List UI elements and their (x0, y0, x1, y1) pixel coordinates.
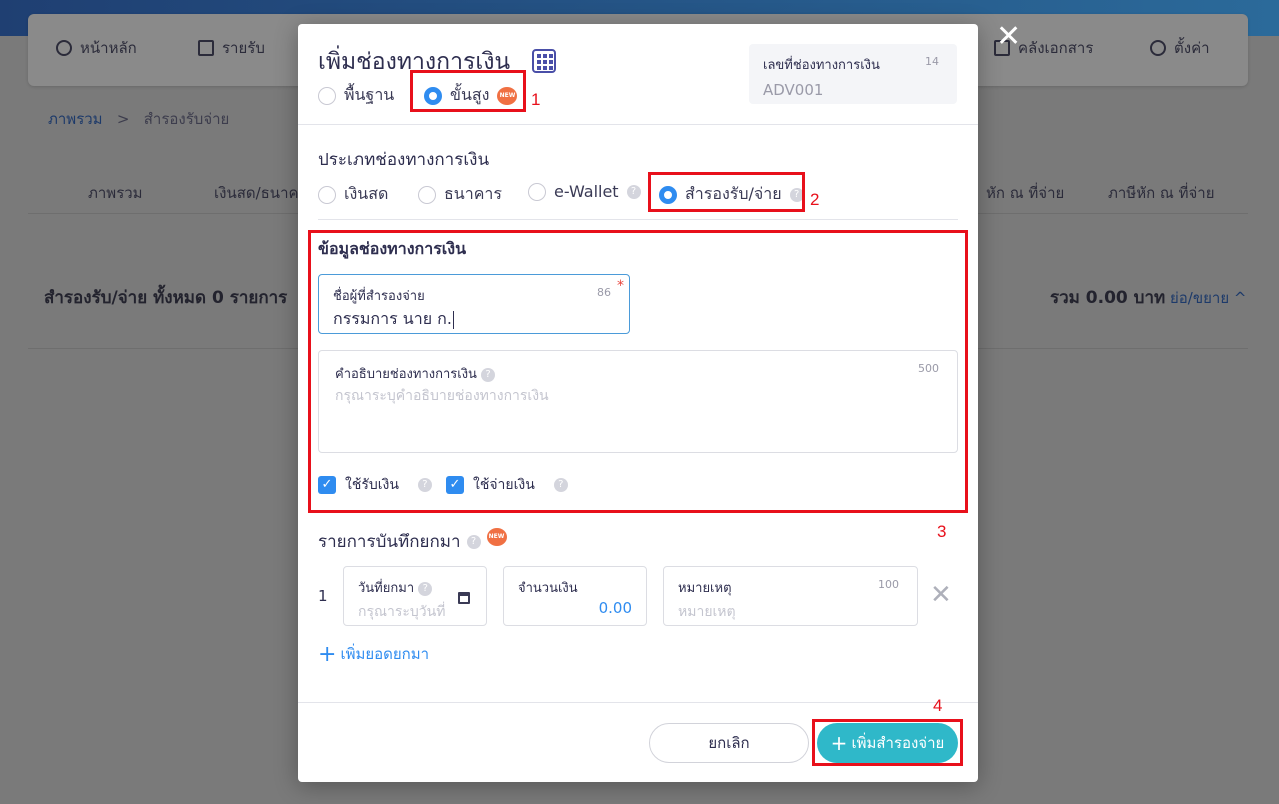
channel-type-title: ประเภทช่องทางการเงิน (318, 150, 490, 170)
mode-basic-label: พื้นฐาน (344, 85, 395, 104)
carry-note-input[interactable]: หมายเหตุ (678, 601, 736, 623)
carry-date-input[interactable]: กรุณาระบุวันที่ (358, 601, 445, 623)
annotation-box-4 (812, 719, 963, 766)
type-divider (318, 219, 958, 220)
add-carry-forward-button[interactable]: + เพิ่มยอดยกมา (318, 642, 429, 667)
annotation-number-3: 3 (937, 522, 947, 541)
type-cash-option[interactable]: เงินสด (318, 182, 388, 207)
header-divider (298, 124, 978, 125)
breadcrumb-root[interactable]: ภาพรวม (48, 110, 103, 128)
apps-grid-icon[interactable] (532, 49, 556, 73)
cancel-button[interactable]: ยกเลิก (649, 723, 809, 763)
help-icon[interactable]: ? (466, 534, 481, 549)
mode-basic-option[interactable]: พื้นฐาน (318, 83, 394, 108)
annotation-number-1: 1 (531, 90, 541, 109)
row-number: 1 (318, 587, 328, 605)
breadcrumb-separator: > (116, 110, 130, 128)
doc-number-box: เลขที่ช่องทางการเงิน 14 ADV001 (749, 44, 957, 104)
radio-cash[interactable] (318, 185, 336, 204)
carry-amount-label: จำนวนเงิน (518, 581, 578, 596)
summary-title: สำรองรับ/จ่าย ทั้งหมด 0 รายการ (44, 288, 288, 308)
annotation-box-3 (308, 230, 968, 513)
tab-withholding-tax[interactable]: ภาษีหัก ณ ที่จ่าย (1108, 181, 1215, 205)
doc-number-value: ADV001 (763, 81, 824, 99)
carry-amount-field[interactable]: จำนวนเงิน 0.00 (503, 566, 647, 626)
carry-date-label: วันที่ยกมา (358, 581, 415, 596)
close-icon[interactable]: ✕ (996, 22, 1021, 52)
nav-documents-label: คลังเอกสาร (1018, 39, 1094, 57)
list-icon (198, 40, 214, 56)
help-icon[interactable]: ? (626, 184, 641, 199)
carry-note-label: หมายเหตุ (678, 581, 732, 596)
summary-total: รวม 0.00 บาท (1050, 288, 1166, 308)
carry-date-field[interactable]: วันที่ยกมา ? กรุณาระบุวันที่ (343, 566, 487, 626)
type-ewallet-option[interactable]: e-Wallet ? (528, 182, 641, 201)
annotation-number-2: 2 (810, 190, 820, 209)
tab-cash-bank[interactable]: เงินสด/ธนาคา (214, 181, 307, 205)
gear-icon (1150, 40, 1166, 56)
radio-basic[interactable] (318, 86, 336, 105)
tab-overview[interactable]: ภาพรวม (88, 181, 143, 205)
nav-settings-label: ตั้งค่า (1174, 39, 1210, 57)
carry-forward-title: รายการบันทึกยกมา (318, 532, 461, 552)
type-cash-label: เงินสด (344, 184, 389, 203)
nav-home-label: หน้าหลัก (80, 39, 137, 57)
nav-home[interactable]: หน้าหลัก (56, 36, 137, 60)
carry-amount-input[interactable]: 0.00 (599, 599, 632, 617)
annotation-box-2 (648, 172, 805, 212)
doc-number-count: 14 (925, 55, 939, 68)
type-bank-option[interactable]: ธนาคาร (418, 182, 502, 207)
nav-income[interactable]: รายรับ (198, 36, 265, 60)
breadcrumb-current: สำรองรับจ่าย (143, 110, 230, 128)
dashboard-icon (56, 40, 72, 56)
nav-settings[interactable]: ตั้งค่า (1150, 36, 1210, 60)
radio-ewallet[interactable] (528, 182, 546, 201)
doc-number-label: เลขที่ช่องทางการเงิน (763, 58, 880, 73)
carry-date-label-wrap: วันที่ยกมา ? (358, 577, 433, 598)
remove-row-icon[interactable]: ✕ (930, 580, 952, 610)
help-icon[interactable]: ? (418, 581, 433, 596)
carry-forward-title-wrap: รายการบันทึกยกมา ? NEW (318, 527, 507, 555)
breadcrumb: ภาพรวม > สำรองรับจ่าย (48, 107, 229, 131)
type-bank-label: ธนาคาร (444, 184, 502, 203)
footer-divider (298, 702, 978, 703)
radio-bank[interactable] (418, 185, 436, 204)
carry-note-count: 100 (878, 578, 899, 591)
new-badge: NEW (486, 527, 507, 546)
calendar-icon[interactable] (458, 592, 470, 604)
plus-icon: + (318, 642, 337, 667)
nav-income-label: รายรับ (222, 39, 265, 57)
type-ewallet-label: e-Wallet (554, 182, 619, 201)
tab-withholding[interactable]: หัก ณ ที่จ่าย (986, 181, 1064, 205)
add-carry-forward-label: เพิ่มยอดยกมา (340, 645, 430, 663)
annotation-box-1 (410, 70, 526, 112)
carry-note-field[interactable]: หมายเหตุ 100 หมายเหตุ (663, 566, 918, 626)
annotation-number-4: 4 (933, 696, 943, 715)
collapse-toggle[interactable]: ย่อ/ขยาย ^ (1170, 286, 1246, 310)
